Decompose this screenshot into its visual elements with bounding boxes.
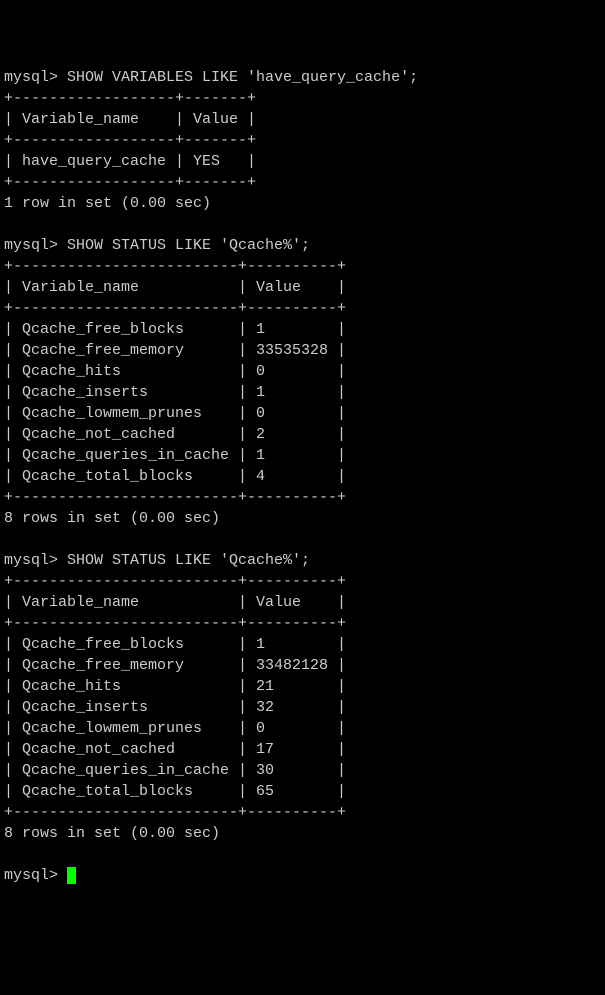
cursor-icon [67, 867, 76, 884]
mysql-prompt: mysql> [4, 867, 67, 884]
terminal-output[interactable]: mysql> SHOW VARIABLES LIKE 'have_query_c… [4, 67, 601, 886]
terminal-text: mysql> SHOW VARIABLES LIKE 'have_query_c… [4, 69, 418, 842]
